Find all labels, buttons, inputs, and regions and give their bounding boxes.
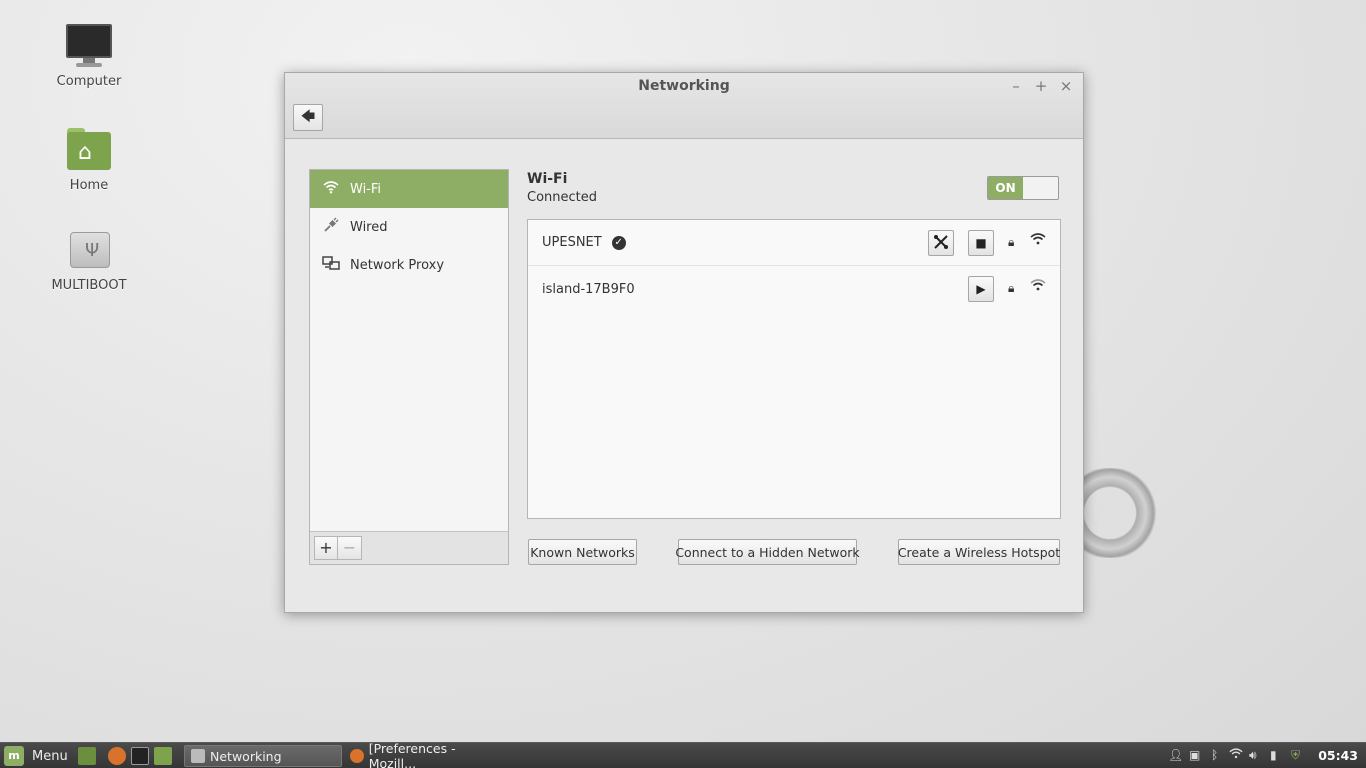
files-icon[interactable] (154, 747, 172, 765)
menu-label: Menu (32, 748, 68, 764)
sidebar-item-wired[interactable]: Wired (310, 208, 508, 246)
wifi-section-title: Wi-Fi (527, 171, 568, 187)
connected-check-icon: ✓ (611, 235, 626, 250)
lock-icon: 🔒︎ (1008, 235, 1015, 249)
network-row[interactable]: island-17B9F0 ▶ 🔒︎ (528, 266, 1060, 312)
wifi-toggle-switch[interactable]: ON (987, 176, 1059, 200)
wifi-icon (322, 180, 340, 198)
known-networks-button[interactable]: Known Networks (528, 539, 637, 565)
network-settings-button[interactable] (928, 230, 954, 256)
connect-hidden-network-button[interactable]: Connect to a Hidden Network (675, 539, 860, 565)
minimize-button[interactable]: – (1007, 77, 1025, 95)
stop-icon: ■ (975, 236, 987, 250)
network-name: island-17B9F0 (542, 281, 635, 297)
update-manager-icon[interactable]: ▣ (1189, 748, 1200, 762)
desktop-icon-label: Computer (56, 74, 122, 89)
toggle-on-label: ON (988, 177, 1023, 199)
firefox-icon[interactable] (108, 747, 126, 765)
task-networking[interactable]: Networking (184, 745, 342, 767)
maximize-button[interactable]: + (1032, 77, 1050, 95)
sidebar: Wi-Fi Wired Network Proxy + − (309, 169, 509, 565)
add-connection-button[interactable]: + (314, 536, 338, 560)
computer-icon (64, 24, 114, 70)
mint-logo-icon: m (4, 746, 24, 766)
play-icon: ▶ (976, 282, 986, 296)
task-label: [Preferences - Mozill... (368, 741, 456, 768)
lock-icon: 🔒︎ (1008, 281, 1015, 295)
connect-button[interactable]: ▶ (968, 276, 994, 302)
networking-app-icon (191, 749, 205, 763)
user-icon[interactable]: 👤︎ (1168, 748, 1183, 762)
close-button[interactable]: × (1057, 77, 1075, 95)
battery-icon[interactable]: ▮ (1270, 748, 1277, 762)
task-firefox-preferences[interactable]: [Preferences - Mozill... (344, 741, 504, 768)
terminal-icon[interactable] (131, 747, 149, 765)
back-arrow-icon: 🡄 (300, 108, 316, 125)
clock[interactable]: 05:43 (1318, 748, 1358, 763)
taskbar: m Menu Networking [Preferences - Mozill.… (0, 741, 1366, 768)
sidebar-item-label: Wi-Fi (350, 181, 382, 197)
desktop-icon-computer[interactable]: Computer (44, 24, 134, 89)
signal-strength-icon (1030, 279, 1046, 295)
usb-drive-icon: Ψ (64, 228, 114, 274)
wifi-status-text: Connected (527, 190, 598, 205)
titlebar: Networking – + × 🡄 (285, 73, 1083, 139)
network-proxy-icon (322, 255, 340, 275)
bluetooth-icon[interactable]: ᛒ (1211, 748, 1218, 762)
sidebar-toolbar: + − (310, 531, 508, 564)
desktop-icon-label: Home (69, 178, 109, 193)
tools-icon (933, 234, 949, 253)
disconnect-button[interactable]: ■ (968, 230, 994, 256)
sidebar-item-label: Network Proxy (350, 257, 445, 273)
networking-window: Networking – + × 🡄 Wi-Fi Wired Network P… (284, 72, 1084, 613)
remove-connection-button[interactable]: − (338, 536, 362, 560)
create-hotspot-button[interactable]: Create a Wireless Hotspot (898, 539, 1060, 565)
signal-strength-icon (1030, 233, 1046, 249)
sidebar-item-network-proxy[interactable]: Network Proxy (310, 246, 508, 284)
network-row[interactable]: UPESNET ✓ ■ 🔒︎ (528, 220, 1060, 266)
back-button[interactable]: 🡄 (293, 104, 323, 131)
sidebar-item-label: Wired (350, 219, 388, 235)
home-folder-icon: ⌂ (64, 128, 114, 174)
task-label: Networking (210, 748, 282, 764)
sidebar-item-wifi[interactable]: Wi-Fi (310, 170, 508, 208)
shield-icon[interactable]: ⛨ (1291, 748, 1300, 763)
desktop-icon-home[interactable]: ⌂ Home (44, 128, 134, 193)
window-title: Networking (638, 78, 730, 94)
network-name: UPESNET (542, 235, 602, 250)
desktop-icon-label: MULTIBOOT (51, 278, 127, 293)
wired-plug-icon (322, 217, 340, 237)
desktop-icon-multiboot[interactable]: Ψ MULTIBOOT (44, 228, 134, 293)
volume-icon[interactable]: 🔊︎ (1249, 748, 1257, 763)
firefox-icon (350, 749, 364, 763)
show-desktop-icon[interactable] (78, 747, 96, 765)
menu-button[interactable]: m Menu (4, 746, 68, 766)
network-wifi-icon[interactable] (1229, 748, 1243, 762)
network-list: UPESNET ✓ ■ 🔒︎ island-17B9F0 ▶ 🔒︎ (527, 219, 1061, 519)
